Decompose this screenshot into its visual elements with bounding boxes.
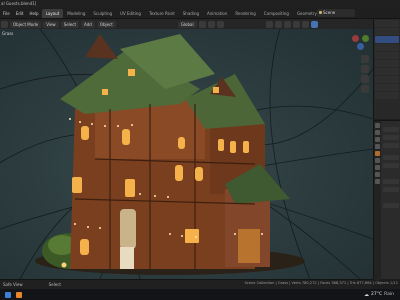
lantern (61, 262, 67, 268)
property-field[interactable] (383, 163, 399, 168)
gable-left (85, 34, 118, 59)
properties-panel[interactable] (373, 120, 400, 280)
overlay-icon[interactable] (283, 20, 291, 28)
outliner-row[interactable] (375, 60, 399, 67)
zoom-icon[interactable] (361, 55, 369, 63)
view-menu[interactable]: View (43, 20, 59, 28)
editor-type-icon[interactable] (1, 20, 8, 28)
snap-icon[interactable] (207, 20, 215, 28)
add-menu[interactable]: Add (81, 20, 95, 28)
gizmo-z-axis[interactable] (357, 43, 364, 50)
particles-tab-icon[interactable] (375, 165, 380, 170)
menu-file[interactable]: File (0, 11, 13, 16)
scene-tab-icon[interactable] (375, 144, 380, 149)
menu-board (120, 247, 134, 269)
view-object-name: Grass (2, 31, 14, 36)
proportional-edit-icon[interactable] (216, 20, 224, 28)
object-tab-icon[interactable] (375, 151, 380, 156)
blender-app-icon[interactable] (16, 291, 22, 298)
pivot-icon[interactable] (198, 20, 206, 28)
material-tab-icon[interactable] (375, 179, 380, 184)
3d-viewport[interactable]: Grass (0, 29, 373, 279)
tab-animation[interactable]: Animation (203, 9, 231, 18)
property-field[interactable] (383, 143, 399, 148)
outliner-row-selected[interactable] (375, 36, 399, 43)
outliner-row[interactable] (375, 76, 399, 83)
outliner-row[interactable] (375, 84, 399, 91)
output-tab-icon[interactable] (375, 137, 380, 142)
scene-statistics: Scene Collection | Grass | Verts 780,272… (244, 281, 398, 285)
tab-compositing[interactable]: Compositing (260, 9, 293, 18)
render-tab-icon[interactable] (375, 130, 380, 135)
status-left: Safe View (3, 282, 23, 287)
camera-view-icon[interactable] (361, 75, 369, 83)
visibility-icon[interactable] (265, 20, 273, 28)
outliner-row[interactable] (375, 44, 399, 51)
perspective-toggle-icon[interactable] (361, 85, 369, 93)
scene-icon (319, 11, 322, 14)
tool-tab-icon[interactable] (375, 123, 380, 128)
status-select: Select (48, 282, 61, 287)
scene-label: Scene (323, 10, 336, 15)
rendered-scene (0, 29, 373, 279)
window-title: al Guests.blend1] (1, 1, 37, 6)
system-tray: ☁ 27°C Rain (364, 290, 394, 299)
object-menu[interactable]: Object (96, 20, 116, 28)
weather-temperature: 27°C (370, 292, 383, 297)
orientation-dropdown[interactable]: Global (177, 20, 197, 28)
workspace-tabs: Layout Modeling Sculpting UV Editing Tex… (41, 8, 353, 19)
gizmo-y-axis[interactable] (362, 35, 369, 42)
pan-icon[interactable] (361, 65, 369, 73)
cloud-icon: ☁ (363, 291, 369, 298)
outliner-panel[interactable] (373, 19, 400, 119)
outliner-row[interactable] (375, 20, 399, 27)
door (238, 229, 260, 263)
tab-sculpting[interactable]: Sculpting (89, 9, 116, 18)
tab-uv-editing[interactable]: UV Editing (116, 9, 145, 18)
viewport-header: Object Mode View Select Add Object Globa… (0, 19, 373, 29)
menu-help[interactable]: Help (26, 11, 41, 16)
gizmo-icon[interactable] (274, 20, 282, 28)
property-field[interactable] (383, 203, 399, 208)
outliner-row[interactable] (375, 68, 399, 75)
property-field[interactable] (383, 187, 399, 192)
rendered-shading-icon[interactable] (310, 20, 318, 28)
property-field[interactable] (383, 127, 399, 132)
property-field[interactable] (383, 179, 399, 184)
property-field[interactable] (383, 155, 399, 160)
windows-start-icon[interactable] (5, 291, 11, 298)
modifier-tab-icon[interactable] (375, 158, 380, 163)
tab-texture-paint[interactable]: Texture Paint (145, 9, 179, 18)
menu-edit[interactable]: Edit (13, 11, 27, 16)
solid-shading-icon[interactable] (301, 20, 309, 28)
tab-layout[interactable]: Layout (41, 8, 64, 18)
properties-tabs (374, 121, 381, 280)
tab-shading[interactable]: Shading (179, 9, 203, 18)
property-field[interactable] (383, 135, 399, 140)
hanging-sign (120, 209, 136, 249)
tab-modeling[interactable]: Modeling (63, 9, 89, 18)
gizmo-x-axis[interactable] (352, 35, 359, 42)
outliner-row[interactable] (375, 28, 399, 35)
taskbar (0, 289, 400, 300)
select-menu[interactable]: Select (60, 20, 80, 28)
tab-rendering[interactable]: Rendering (231, 9, 259, 18)
physics-tab-icon[interactable] (375, 172, 380, 177)
weather-description: Rain (384, 292, 394, 297)
outliner-row[interactable] (375, 92, 399, 99)
xray-icon[interactable] (292, 20, 300, 28)
outliner-row[interactable] (375, 52, 399, 59)
scene-selector[interactable]: Scene (317, 9, 355, 17)
mode-dropdown[interactable]: Object Mode (10, 20, 42, 28)
